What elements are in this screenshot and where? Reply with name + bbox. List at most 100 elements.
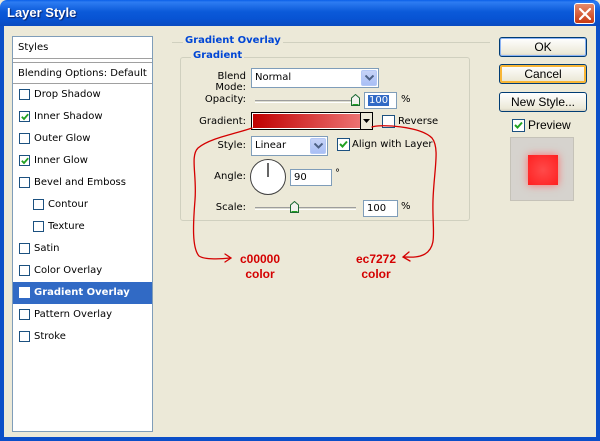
title-bar[interactable]: Layer Style xyxy=(0,0,600,26)
window-title: Layer Style xyxy=(7,5,77,20)
gradient-label: Gradient: xyxy=(199,116,246,127)
annotation-right-code: ec7272 xyxy=(355,252,397,266)
style-item-checkbox[interactable] xyxy=(19,287,30,298)
opacity-unit: % xyxy=(401,94,411,105)
blending-options-item[interactable]: Blending Options: Default xyxy=(13,62,152,84)
style-item[interactable]: Color Overlay xyxy=(13,260,152,282)
style-item[interactable]: Outer Glow xyxy=(13,128,152,150)
style-item-label: Bevel and Emboss xyxy=(34,177,126,188)
blend-mode-select[interactable]: Normal xyxy=(251,68,379,88)
new-style-button[interactable]: New Style... xyxy=(499,92,587,112)
scale-unit: % xyxy=(401,201,411,212)
checkmark-icon xyxy=(21,113,29,121)
style-label: Style: xyxy=(217,140,247,151)
style-item[interactable]: Texture xyxy=(13,216,152,238)
style-item[interactable]: Gradient Overlay xyxy=(13,282,152,304)
style-item-checkbox[interactable] xyxy=(19,265,30,276)
style-item-checkbox[interactable] xyxy=(19,309,30,320)
style-item-label: Satin xyxy=(34,243,60,254)
close-icon xyxy=(579,8,591,20)
style-item-checkbox[interactable] xyxy=(19,155,30,166)
preview-checkbox[interactable] xyxy=(512,119,525,132)
annotation-left-code: c00000 xyxy=(239,252,281,266)
style-item-checkbox[interactable] xyxy=(19,243,30,254)
style-item-checkbox[interactable] xyxy=(19,111,30,122)
blend-mode-value: Normal xyxy=(255,72,292,83)
triangle-down-icon xyxy=(363,119,370,123)
style-item[interactable]: Bevel and Emboss xyxy=(13,172,152,194)
style-item-label: Drop Shadow xyxy=(34,89,101,100)
chevron-down-icon[interactable] xyxy=(310,138,326,154)
reverse-checkbox[interactable] xyxy=(382,115,395,128)
style-item[interactable]: Drop Shadow xyxy=(13,84,152,106)
style-select[interactable]: Linear xyxy=(251,136,328,156)
scale-label: Scale: xyxy=(215,202,246,213)
cancel-button[interactable]: Cancel xyxy=(499,64,587,84)
checkmark-icon xyxy=(514,121,523,129)
gradient-group-title: Gradient xyxy=(191,50,245,61)
section-title: Gradient Overlay xyxy=(183,35,283,46)
gradient-dropdown[interactable] xyxy=(360,113,372,129)
close-button[interactable] xyxy=(574,3,595,24)
style-item[interactable]: Stroke xyxy=(13,326,152,348)
chevron-down-icon[interactable] xyxy=(361,70,377,86)
style-value: Linear xyxy=(255,140,287,151)
align-with-layer-label: Align with Layer xyxy=(352,139,433,150)
checkmark-icon xyxy=(21,289,29,297)
scale-slider-thumb[interactable] xyxy=(290,201,300,213)
style-item-label: Inner Shadow xyxy=(34,111,103,122)
style-item-label: Color Overlay xyxy=(34,265,103,276)
angle-input[interactable]: 90 xyxy=(290,169,332,186)
angle-dial[interactable] xyxy=(250,159,286,195)
style-item-checkbox[interactable] xyxy=(19,133,30,144)
window-frame-left xyxy=(0,26,4,441)
style-item[interactable]: Contour xyxy=(13,194,152,216)
opacity-slider-track[interactable] xyxy=(255,100,356,103)
window-frame-right xyxy=(596,26,600,441)
style-item-label: Inner Glow xyxy=(34,155,88,166)
align-with-layer-checkbox[interactable] xyxy=(337,138,350,151)
angle-unit: ° xyxy=(335,168,340,179)
style-item-checkbox[interactable] xyxy=(33,199,44,210)
style-item-checkbox[interactable] xyxy=(33,221,44,232)
style-item[interactable]: Inner Glow xyxy=(13,150,152,172)
style-item-checkbox[interactable] xyxy=(19,177,30,188)
styles-list: Styles Blending Options: Default Drop Sh… xyxy=(12,36,153,432)
annotation-right-word: color xyxy=(361,267,391,281)
styles-header[interactable]: Styles xyxy=(13,37,152,59)
scale-input[interactable]: 100 xyxy=(363,200,398,217)
style-item-checkbox[interactable] xyxy=(19,331,30,342)
angle-label: Angle: xyxy=(214,171,246,182)
style-item-checkbox[interactable] xyxy=(19,89,30,100)
style-item-label: Outer Glow xyxy=(34,133,91,144)
preview-swatch xyxy=(528,155,558,185)
blend-mode-label: Blend Mode: xyxy=(215,71,246,93)
style-item-label: Gradient Overlay xyxy=(34,287,130,298)
style-item-label: Stroke xyxy=(34,331,66,342)
angle-needle xyxy=(267,163,269,177)
angle-value: 90 xyxy=(294,172,307,183)
reverse-label: Reverse xyxy=(398,116,439,127)
scale-value: 100 xyxy=(367,203,387,214)
opacity-input[interactable]: 100 xyxy=(364,92,397,109)
style-item[interactable]: Pattern Overlay xyxy=(13,304,152,326)
style-item[interactable]: Inner Shadow xyxy=(13,106,152,128)
style-items: Drop Shadow Inner Shadow Outer Glow Inner G… xyxy=(13,84,152,348)
gradient-preview[interactable] xyxy=(253,114,360,128)
checkmark-icon xyxy=(339,140,348,148)
opacity-slider-thumb[interactable] xyxy=(351,94,360,106)
window-frame-bottom xyxy=(0,437,600,441)
style-item-label: Texture xyxy=(48,221,85,232)
style-preview xyxy=(510,137,574,201)
opacity-label: Opacity: xyxy=(204,94,246,105)
scale-slider-track[interactable] xyxy=(255,207,356,210)
ok-button[interactable]: OK xyxy=(499,37,587,57)
style-item-label: Pattern Overlay xyxy=(34,309,113,320)
annotation-left-word: color xyxy=(245,267,275,281)
style-item[interactable]: Satin xyxy=(13,238,152,260)
opacity-value: 100 xyxy=(368,95,390,106)
style-item-label: Contour xyxy=(48,199,88,210)
checkmark-icon xyxy=(21,157,29,165)
gradient-picker[interactable] xyxy=(251,112,373,130)
preview-label: Preview xyxy=(528,118,571,132)
